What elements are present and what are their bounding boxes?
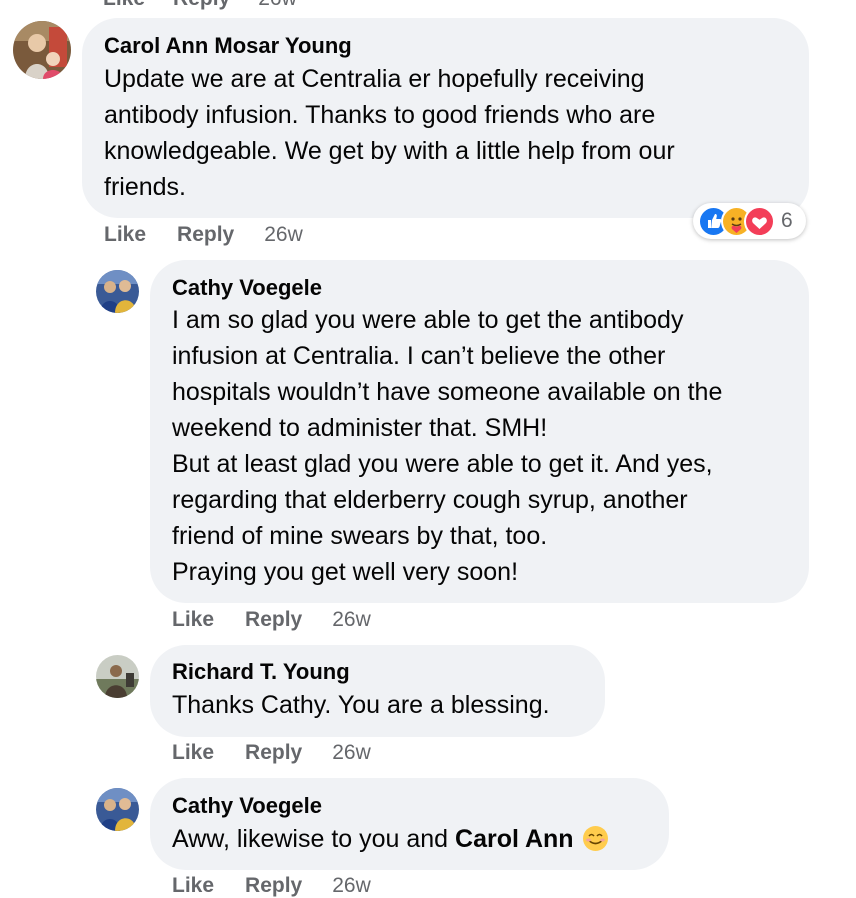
comment-text: Thanks Cathy. You are a blessing. (172, 687, 602, 723)
comment-timestamp[interactable]: 26w (332, 741, 371, 765)
comment-line: friends. (104, 173, 186, 201)
comment-actions: Like Reply 26w (172, 874, 371, 898)
comment-line: hospitals wouldn’t have someone availabl… (172, 378, 723, 406)
avatar[interactable] (96, 788, 139, 831)
reply-link[interactable]: Reply (177, 223, 234, 247)
comment-line: infusion at Centralia. I can’t believe t… (172, 342, 666, 370)
reply-link[interactable]: Reply (245, 874, 302, 898)
reply-link[interactable]: Reply (245, 741, 302, 765)
comment-line: regarding that elderberry cough syrup, a… (172, 486, 688, 514)
reply-link[interactable]: Reply (173, 0, 230, 11)
comment-actions: Like Reply 26w (104, 223, 303, 247)
like-link[interactable]: Like (103, 0, 145, 11)
comment-author[interactable]: Cathy Voegele (172, 793, 322, 819)
comment-line: knowledgeable. We get by with a little h… (104, 137, 675, 165)
mention-link[interactable]: Carol Ann (455, 825, 574, 853)
comment-actions-partial: Like Reply 26w (103, 0, 297, 11)
comment-timestamp[interactable]: 26w (258, 0, 297, 11)
comment-line: I am so glad you were able to get the an… (172, 306, 684, 334)
like-link[interactable]: Like (172, 741, 214, 765)
like-link[interactable]: Like (172, 874, 214, 898)
comment-timestamp[interactable]: 26w (332, 608, 371, 632)
comment-line: But at least glad you were able to get i… (172, 450, 713, 478)
like-link[interactable]: Like (104, 223, 146, 247)
comment-line: Update we are at Centralia er hopefully … (104, 65, 645, 93)
comment-text: I am so glad you were able to get the an… (172, 302, 802, 590)
comment-author[interactable]: Carol Ann Mosar Young (104, 33, 352, 59)
comment-actions: Like Reply 26w (172, 741, 371, 765)
comment-actions: Like Reply 26w (172, 608, 371, 632)
comment-timestamp[interactable]: 26w (264, 223, 303, 247)
love-reaction-icon (744, 205, 775, 237)
comment-line: weekend to administer that. SMH! (172, 414, 548, 442)
avatar[interactable] (96, 655, 139, 698)
comment-line: antibody infusion. Thanks to good friend… (104, 101, 656, 129)
reply-link[interactable]: Reply (245, 608, 302, 632)
comment-author[interactable]: Cathy Voegele (172, 275, 322, 301)
comment-line: friend of mine swears by that, too. (172, 522, 548, 550)
comment-line: Thanks Cathy. You are a blessing. (172, 691, 550, 719)
comment-text: Update we are at Centralia er hopefully … (104, 61, 804, 205)
reaction-summary[interactable]: 6 (693, 203, 806, 239)
comment-timestamp[interactable]: 26w (332, 874, 371, 898)
comment-line: Praying you get well very soon! (172, 558, 519, 586)
avatar[interactable] (13, 21, 71, 79)
reaction-count: 6 (781, 209, 793, 232)
avatar[interactable] (96, 270, 139, 313)
like-link[interactable]: Like (172, 608, 214, 632)
comment-text: Aww, likewise to you and Carol Ann (172, 821, 667, 857)
comment-text-body: Aww, likewise to you and (172, 825, 456, 853)
comment-author[interactable]: Richard T. Young (172, 659, 350, 685)
smiling-face-emoji-icon (582, 825, 609, 852)
